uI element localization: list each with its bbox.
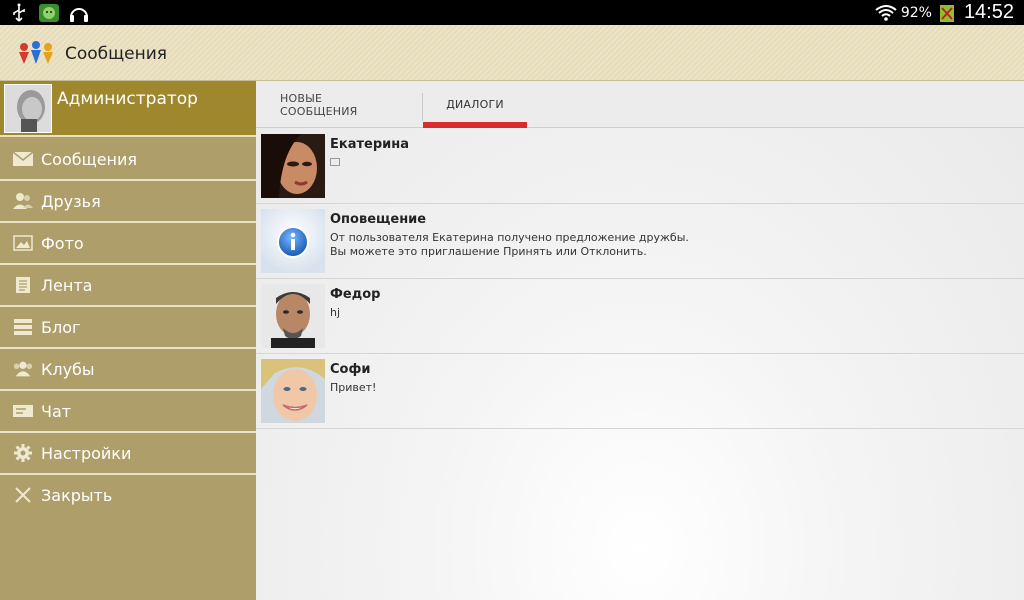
list-item[interactable]: Екатерина — [256, 129, 1024, 204]
android-app-icon — [38, 3, 60, 23]
chat-icon — [12, 402, 34, 420]
sidebar-item-friends[interactable]: Друзья — [0, 181, 256, 223]
attachment-icon — [330, 158, 340, 166]
dialog-name: Оповещение — [330, 212, 427, 227]
sidebar-item-label: Клубы — [41, 360, 95, 379]
photo-icon — [12, 234, 34, 252]
sidebar-item-label: Блог — [41, 318, 81, 337]
sidebar-item-label: Настройки — [41, 444, 132, 463]
battery-icon — [936, 3, 958, 23]
sidebar-item-label: Чат — [41, 402, 72, 421]
tab-new-messages[interactable]: НОВЫЕ СООБЩЕНИЯ — [280, 81, 400, 128]
avatar — [261, 134, 325, 198]
dialog-preview — [330, 156, 340, 170]
envelope-icon — [12, 150, 34, 168]
sidebar: Администратор Сообщения Друзья Фото Лент… — [0, 81, 256, 600]
gear-icon — [12, 444, 34, 462]
battery-percent: 92% — [900, 4, 932, 21]
wifi-icon — [875, 3, 897, 23]
clubs-icon — [12, 360, 34, 378]
app-logo-icon[interactable] — [17, 40, 55, 66]
list-item[interactable]: Федор hj — [256, 279, 1024, 354]
avatar — [4, 84, 52, 133]
sidebar-item-blog[interactable]: Блог — [0, 307, 256, 349]
info-avatar — [261, 209, 325, 273]
tab-bar: НОВЫЕ СООБЩЕНИЯ ДИАЛОГИ — [256, 81, 1024, 128]
dialog-preview: Привет! — [330, 381, 377, 394]
sidebar-item-label: Друзья — [41, 192, 101, 211]
sidebar-item-photo[interactable]: Фото — [0, 223, 256, 265]
dialog-name: Софи — [330, 362, 371, 377]
sidebar-menu: Сообщения Друзья Фото Лента Блог Клубы Ч… — [0, 139, 256, 517]
headphones-icon — [68, 3, 90, 23]
dialog-preview: От пользователя Екатерина получено предл… — [330, 231, 689, 258]
clock: 14:52 — [963, 1, 1014, 23]
sidebar-item-label: Закрыть — [41, 486, 113, 505]
sidebar-item-label: Лента — [41, 276, 93, 295]
sidebar-item-close[interactable]: Закрыть — [0, 475, 256, 517]
tab-dialogs[interactable]: ДИАЛОГИ — [423, 81, 527, 128]
profile-header[interactable]: Администратор — [0, 81, 256, 137]
profile-name: Администратор — [57, 89, 198, 109]
blog-icon — [12, 318, 34, 336]
dialog-preview: hj — [330, 306, 341, 319]
dialog-name: Федор — [330, 287, 381, 302]
status-bar: 92% 14:52 — [0, 0, 1024, 25]
friends-icon — [12, 192, 34, 210]
list-item[interactable]: Оповещение От пользователя Екатерина пол… — [256, 204, 1024, 279]
page-title: Сообщения — [65, 44, 168, 64]
close-icon — [12, 486, 34, 504]
sidebar-item-label: Сообщения — [41, 150, 138, 169]
usb-icon — [8, 3, 30, 23]
sidebar-item-label: Фото — [41, 234, 84, 253]
sidebar-item-messages[interactable]: Сообщения — [0, 139, 256, 181]
main-content: НОВЫЕ СООБЩЕНИЯ ДИАЛОГИ Екатерина Оповещ… — [256, 81, 1024, 600]
sidebar-item-feed[interactable]: Лента — [0, 265, 256, 307]
avatar — [261, 284, 325, 348]
list-item[interactable]: Софи Привет! — [256, 354, 1024, 429]
feed-icon — [12, 276, 34, 294]
avatar — [261, 359, 325, 423]
active-tab-indicator — [423, 122, 527, 128]
sidebar-item-settings[interactable]: Настройки — [0, 433, 256, 475]
dialog-list: Екатерина Оповещение От пользователя Ека… — [256, 129, 1024, 429]
sidebar-item-clubs[interactable]: Клубы — [0, 349, 256, 391]
action-bar: Сообщения — [0, 25, 1024, 81]
sidebar-item-chat[interactable]: Чат — [0, 391, 256, 433]
dialog-name: Екатерина — [330, 137, 409, 152]
